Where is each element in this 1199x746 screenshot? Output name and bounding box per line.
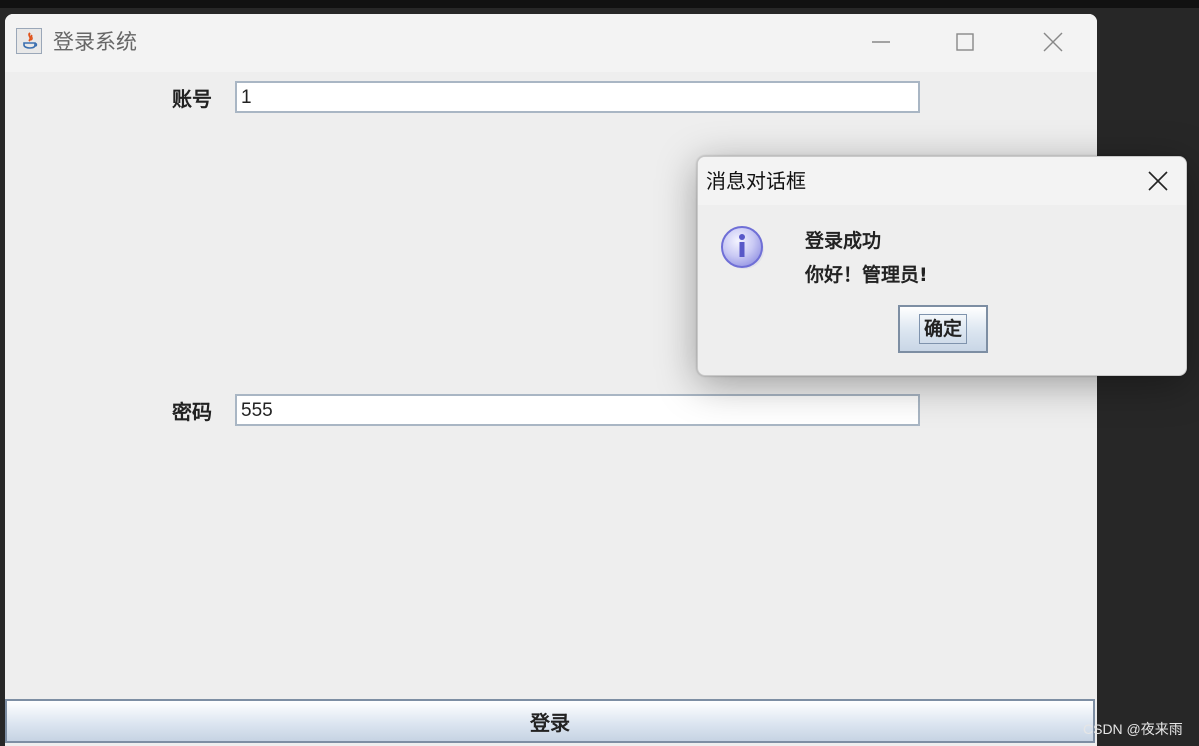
login-button[interactable]: 登录 — [5, 699, 1095, 743]
window-titlebar[interactable]: 登录系统 — [5, 14, 1097, 72]
password-label: 密码 — [172, 400, 212, 424]
dialog-message-line-2: 你好！管理员! — [805, 264, 928, 286]
login-window: 登录系统 账号 1 密码 555 登录 — [5, 14, 1097, 746]
minimize-button[interactable] — [861, 24, 901, 60]
maximize-button[interactable] — [945, 24, 985, 60]
close-icon — [1043, 32, 1063, 52]
ok-button[interactable]: 确定 — [898, 305, 988, 353]
message-dialog: 消息对话框 登录成功 你好！管理员! 确定 — [697, 156, 1187, 376]
maximize-icon — [956, 33, 974, 51]
dialog-title: 消息对话框 — [706, 169, 806, 193]
dialog-message-line-1: 登录成功 — [805, 230, 882, 252]
dialog-titlebar[interactable]: 消息对话框 — [698, 157, 1186, 205]
close-button[interactable] — [1033, 24, 1073, 60]
dialog-close-icon[interactable] — [1146, 169, 1170, 193]
minimize-icon — [872, 41, 890, 43]
ok-button-label: 确定 — [918, 314, 967, 344]
screen-top-edge — [0, 0, 1199, 8]
desktop: 登录系统 账号 1 密码 555 登录 消息对话框 登录成功 你好！管理员! 确… — [0, 0, 1199, 746]
java-app-icon — [16, 28, 42, 54]
window-title: 登录系统 — [53, 30, 137, 54]
account-input[interactable]: 1 — [235, 81, 920, 113]
account-label: 账号 — [172, 87, 212, 111]
info-icon — [721, 226, 764, 269]
watermark: CSDN @夜来雨 — [1083, 721, 1183, 737]
password-input[interactable]: 555 — [235, 394, 920, 426]
